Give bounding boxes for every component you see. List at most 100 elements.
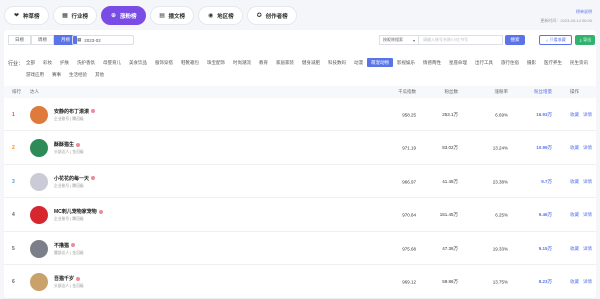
- detail-link[interactable]: 详情: [583, 145, 592, 150]
- creator-name[interactable]: 小花花的每一天: [54, 175, 89, 182]
- industry-option[interactable]: 服饰穿搭: [151, 58, 177, 67]
- creator-tag: 头部达人 | 金冠级: [54, 284, 84, 288]
- creator-name[interactable]: 酥酥猫生: [54, 141, 74, 148]
- tab-grass[interactable]: ❤ 种草榜: [4, 6, 49, 25]
- tab-creator[interactable]: ✪ 创作者榜: [246, 6, 297, 25]
- fans-value: 47.36万: [442, 245, 458, 251]
- index-value: 958.25: [402, 112, 416, 117]
- creator-name-line: 吾猫千岁: [54, 275, 84, 282]
- industry-option[interactable]: 彩妆: [39, 58, 56, 67]
- avatar[interactable]: [30, 105, 48, 124]
- creator-name[interactable]: MC刺儿宠物家宠物: [54, 208, 97, 215]
- creator-tag: 企业账号 | 腾冠级: [54, 116, 84, 121]
- favorite-link[interactable]: 收藏: [570, 212, 579, 217]
- period-week-button[interactable]: 周榜: [31, 35, 54, 45]
- industry-option[interactable]: 教育: [255, 58, 272, 67]
- avatar[interactable]: [30, 206, 48, 224]
- industry-option[interactable]: 动漫: [350, 58, 367, 67]
- avatar[interactable]: [30, 273, 48, 291]
- header-rank: 排行: [12, 89, 21, 94]
- industry-option[interactable]: 其他: [91, 70, 108, 79]
- industry-option[interactable]: 出行工具: [471, 58, 497, 67]
- industry-option[interactable]: 健身减肥: [298, 58, 324, 67]
- tab-label: 播文榜: [168, 13, 186, 20]
- table-row: 4 MC刺儿宠物家宠物 企业账号 | 腾冠级 970.84 151.45万 6.25% 9.…: [4, 200, 596, 232]
- industry-option[interactable]: 美食饮品: [125, 58, 151, 67]
- search-type-label: 按昵称搜索: [383, 37, 403, 42]
- industry-option[interactable]: 鞋靴箱包: [177, 58, 203, 67]
- ranking-panel: 日榜 周榜 月榜 ▦ 2023-02 按昵称搜索 ▾ 请输入账号名称/小红书号 …: [4, 30, 596, 299]
- industry-option[interactable]: 生活经验: [65, 70, 91, 79]
- industry-option[interactable]: 萌宠动物: [367, 58, 393, 67]
- detail-link[interactable]: 详情: [583, 212, 592, 217]
- industry-option[interactable]: 情感两性: [419, 58, 445, 67]
- date-picker[interactable]: ▦ 2023-02: [72, 35, 134, 45]
- update-time: 更新时间：2023-03-14 06:00: [540, 18, 592, 23]
- industry-option[interactable]: 民生资讯: [566, 58, 592, 67]
- header-increase[interactable]: 粉丝增量: [516, 89, 552, 95]
- avatar[interactable]: [30, 172, 48, 191]
- tab-label: 种草榜: [23, 13, 40, 20]
- favorite-link[interactable]: 收藏: [570, 179, 579, 184]
- favorite-only-button[interactable]: ☆ 只看收藏: [539, 35, 572, 45]
- creator-name[interactable]: 不撸猫: [54, 242, 69, 249]
- industry-option[interactable]: 游戏应用: [22, 70, 48, 79]
- industry-option[interactable]: 护肤: [56, 58, 73, 67]
- industry-option[interactable]: 赛事: [48, 70, 65, 79]
- avatar[interactable]: [30, 239, 48, 258]
- industry-option[interactable]: 旅行住宿: [497, 58, 523, 67]
- industry-option[interactable]: 洗护香氛: [73, 58, 99, 67]
- industry-option[interactable]: 珠宝配饰: [203, 58, 229, 67]
- detail-link[interactable]: 详情: [583, 246, 592, 251]
- rank-number: 3: [12, 178, 15, 185]
- favorite-link[interactable]: 收藏: [570, 145, 579, 150]
- fans-value: 41.48万: [442, 178, 458, 184]
- favorite-link[interactable]: 收藏: [570, 246, 579, 251]
- creator-name-line: 不撸猫: [54, 242, 84, 249]
- tab-industry[interactable]: ▦ 行业榜: [52, 6, 98, 25]
- header-rate[interactable]: 涨粉率: [478, 89, 509, 95]
- industry-option[interactable]: 科技数码: [324, 58, 350, 67]
- creator-name[interactable]: 吾猫千岁: [54, 275, 74, 282]
- tab-region[interactable]: ◉ 地区榜: [198, 6, 243, 25]
- industry-option[interactable]: 家居家装: [272, 58, 298, 67]
- verified-icon: [76, 142, 81, 147]
- industry-option[interactable]: 星座命理: [445, 58, 471, 67]
- tab-fans-growth[interactable]: ⊕ 涨粉榜: [101, 6, 146, 25]
- industry-option[interactable]: 医疗养生: [540, 58, 566, 67]
- period-day-button[interactable]: 日榜: [8, 35, 31, 45]
- creator-name[interactable]: 安静的布丁滚滚: [54, 108, 89, 115]
- favorite-link[interactable]: 收藏: [570, 279, 579, 284]
- increase-value: 9.15万: [538, 245, 552, 251]
- search-button[interactable]: 搜索: [505, 35, 525, 45]
- search-input[interactable]: 请输入账号名称/小红书号: [419, 35, 503, 45]
- ranking-help-link[interactable]: 榜单说明: [576, 9, 592, 15]
- verified-icon: [98, 209, 103, 214]
- table-row: 2 酥酥猫生 头部达人 | 金冠级 971.19 83.02万 13.24% 10.99万 收…: [4, 133, 596, 165]
- search-type-select[interactable]: 按昵称搜索 ▾: [379, 35, 419, 45]
- industry-option[interactable]: 摄影: [523, 58, 540, 67]
- header-index[interactable]: 千瓜指数: [380, 89, 416, 95]
- industry-option[interactable]: 全部: [22, 58, 39, 67]
- rate-value: 23.38%: [492, 179, 508, 184]
- heart-icon: ❤: [13, 13, 20, 19]
- industry-option[interactable]: 时尚潮流: [229, 58, 255, 67]
- industry-option[interactable]: 影视娱乐: [393, 58, 419, 67]
- rate-value: 6.69%: [495, 112, 508, 117]
- export-button[interactable]: ⇩ 导出: [575, 35, 595, 45]
- location-icon: ◉: [207, 13, 214, 19]
- increase-value: 10.99万: [536, 145, 552, 150]
- detail-link[interactable]: 详情: [583, 112, 592, 117]
- increase-value: 9.46万: [538, 212, 552, 217]
- calendar-icon: ▦: [77, 37, 82, 42]
- avatar[interactable]: [30, 139, 48, 157]
- grid-icon: ▦: [62, 13, 68, 19]
- favorite-link[interactable]: 收藏: [570, 112, 579, 117]
- header-fans[interactable]: 粉丝数: [422, 89, 459, 95]
- tab-posts[interactable]: ▤ 播文榜: [149, 6, 195, 25]
- detail-link[interactable]: 详情: [583, 279, 592, 284]
- creator-info: 小花花的每一天 企业账号 | 腾冠级: [54, 175, 96, 189]
- star-outline-icon: ☆: [545, 37, 549, 43]
- industry-option[interactable]: 母婴育儿: [99, 58, 125, 67]
- detail-link[interactable]: 详情: [583, 179, 592, 184]
